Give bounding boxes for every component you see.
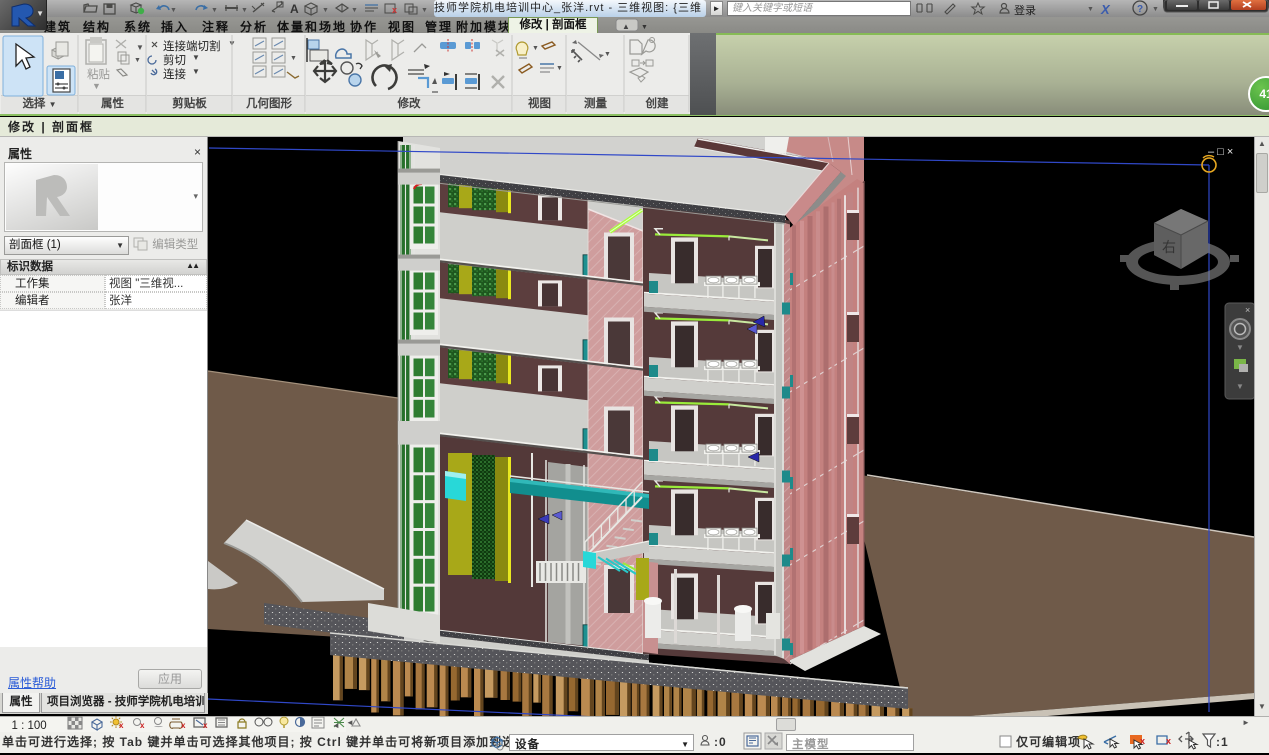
svg-text:▼: ▼ bbox=[1236, 343, 1244, 352]
svg-text:×: × bbox=[1245, 305, 1250, 315]
svg-text:▼: ▼ bbox=[1236, 382, 1244, 391]
svg-text:右: 右 bbox=[1162, 239, 1176, 255]
